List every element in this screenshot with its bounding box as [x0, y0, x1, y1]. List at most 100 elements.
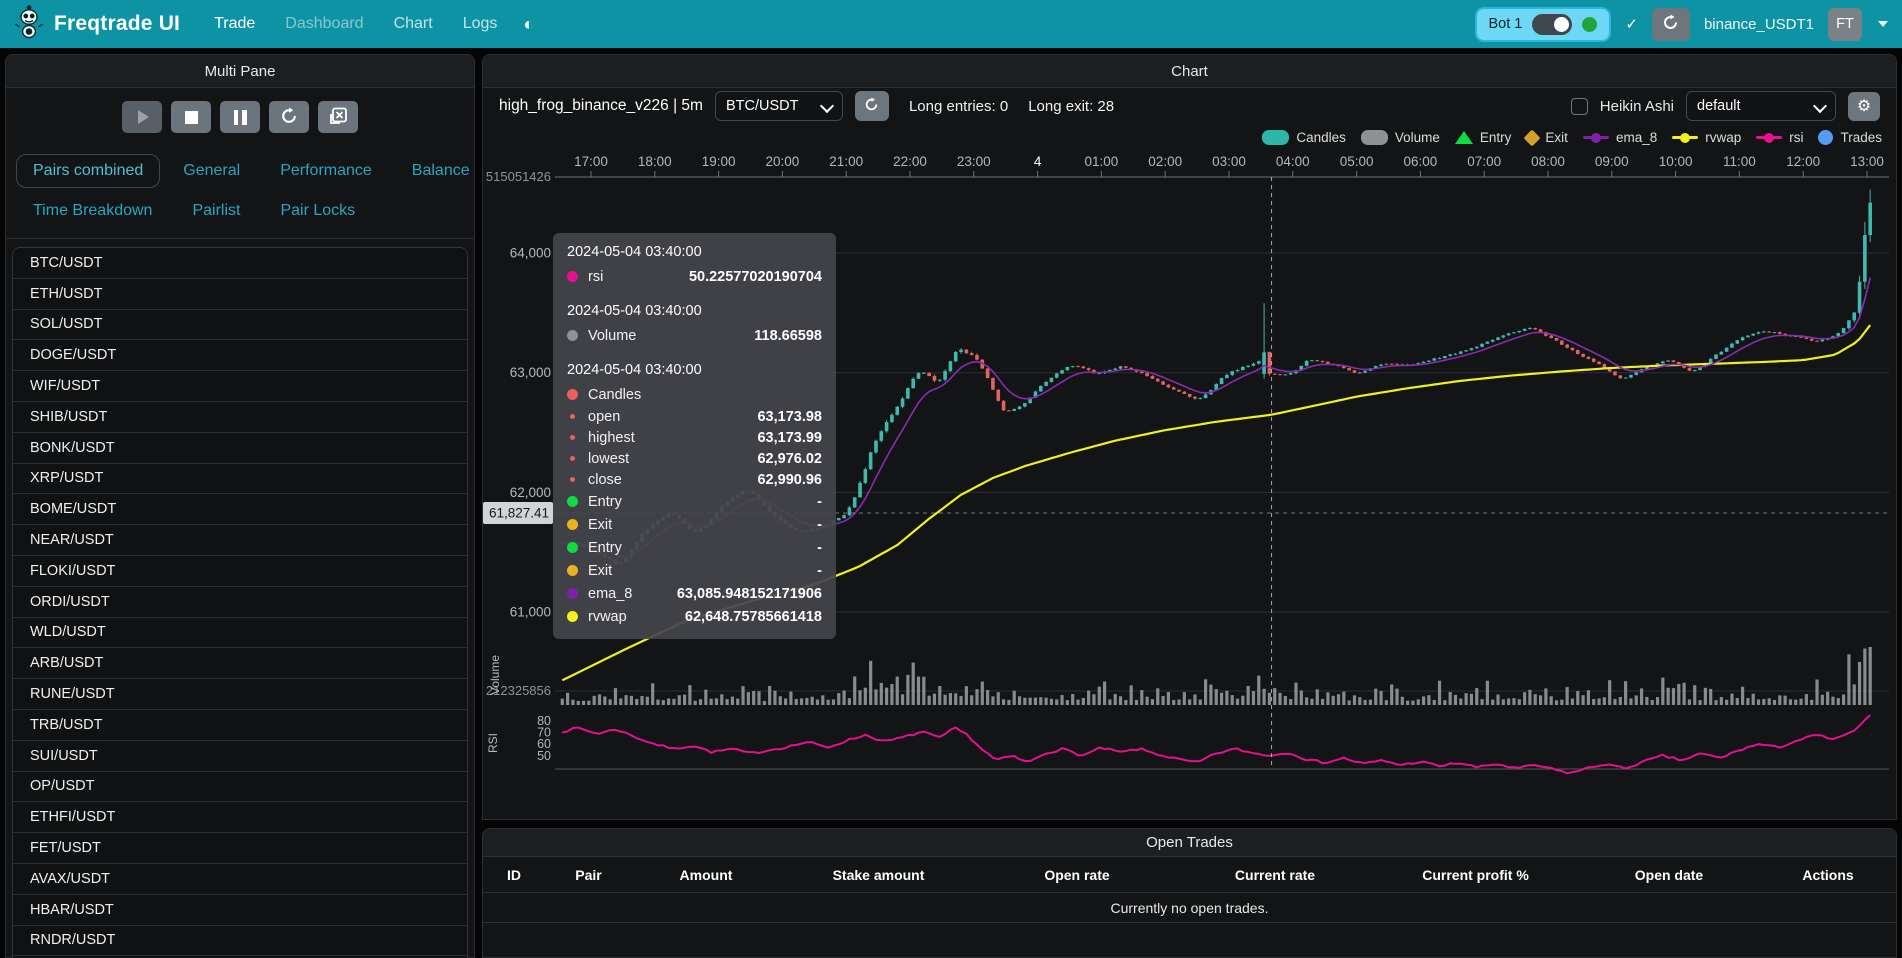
brand[interactable]: Freqtrade UI	[14, 5, 180, 44]
volume-bar	[1177, 699, 1180, 705]
nav-item-logs[interactable]: Logs	[463, 15, 498, 33]
pair-list-item[interactable]: SOL/USDT	[13, 310, 467, 341]
heikin-ashi-checkbox[interactable]	[1571, 98, 1588, 115]
chart-refresh-button[interactable]	[855, 91, 889, 121]
global-refresh-button[interactable]	[1652, 8, 1690, 41]
candle-body	[1842, 328, 1846, 333]
volume-bar	[1821, 695, 1824, 705]
tab-performance[interactable]: Performance	[263, 154, 389, 188]
pair-list-item[interactable]: FET/USDT	[13, 833, 467, 864]
candle-body	[1145, 373, 1149, 376]
volume-bar	[1576, 691, 1579, 705]
candle-body	[1321, 361, 1325, 362]
pair-select[interactable]: BTC/USDT	[715, 91, 843, 121]
pause-button[interactable]	[220, 101, 260, 133]
plot-settings-button[interactable]: ⚙	[1848, 92, 1880, 121]
volume-bar	[906, 675, 909, 705]
bot-selector[interactable]: Bot 1	[1475, 7, 1612, 42]
nav-item-chart[interactable]: Chart	[394, 15, 433, 33]
user-avatar[interactable]: FT	[1828, 8, 1862, 41]
candle-body	[1810, 339, 1814, 341]
pair-list-item[interactable]: FLOKI/USDT	[13, 556, 467, 587]
pair-list-item[interactable]: OP/USDT	[13, 772, 467, 803]
pair-list-item[interactable]: SUI/USDT	[13, 741, 467, 772]
volume-bar	[1465, 693, 1468, 705]
x-axis-label: 13:00	[1850, 154, 1884, 169]
nav-item-trade[interactable]: Trade	[214, 15, 255, 33]
candle-body	[986, 369, 990, 378]
clear-log-button[interactable]	[318, 101, 358, 133]
check-icon[interactable]: ✓	[1625, 15, 1638, 33]
pair-select-value: BTC/USDT	[726, 98, 799, 114]
stop-button[interactable]	[171, 101, 211, 133]
volume-bar	[816, 700, 819, 705]
candle-body	[869, 452, 873, 469]
legend-item-rvwap[interactable]: rvwap	[1672, 130, 1741, 145]
pair-list-item[interactable]: XRP/USDT	[13, 464, 467, 495]
pair-list-item[interactable]: ETH/USDT	[13, 279, 467, 310]
pair-list-item[interactable]: NEAR/USDT	[13, 525, 467, 556]
pair-list-item[interactable]: RNDR/USDT	[13, 926, 467, 957]
pair-list-item[interactable]: WIF/USDT	[13, 371, 467, 402]
candle-body	[1220, 378, 1224, 384]
rsi-axis-label: 50	[537, 749, 551, 763]
pair-list-item[interactable]: ETHFI/USDT	[13, 802, 467, 833]
tab-general[interactable]: General	[166, 154, 257, 188]
pair-list-item[interactable]: BTC/USDT	[13, 248, 467, 279]
volume-bar	[1193, 694, 1196, 705]
volume-bar	[1603, 697, 1606, 705]
candle-body	[1007, 410, 1011, 411]
pair-list-item[interactable]: DOGE/USDT	[13, 340, 467, 371]
bot-toggle[interactable]	[1532, 14, 1572, 35]
volume-bar	[1406, 701, 1409, 705]
legend-label: ema_8	[1616, 130, 1657, 145]
volume-bar	[1656, 697, 1659, 705]
legend-item-candles[interactable]: Candles	[1262, 130, 1346, 145]
legend-item-entry[interactable]: Entry	[1455, 130, 1512, 145]
play-button[interactable]	[122, 101, 162, 133]
pair-list-item[interactable]: BONK/USDT	[13, 433, 467, 464]
volume-bar	[672, 699, 675, 705]
tab-pairs-combined[interactable]: Pairs combined	[16, 154, 160, 188]
pair-list-item[interactable]: TRB/USDT	[13, 710, 467, 741]
volume-bar	[1215, 689, 1218, 705]
volume-bar	[1720, 697, 1723, 705]
pair-list-item[interactable]: AVAX/USDT	[13, 864, 467, 895]
tab-pair-locks[interactable]: Pair Locks	[263, 194, 372, 228]
tab-time-breakdown[interactable]: Time Breakdown	[16, 194, 169, 228]
volume-bar	[1092, 694, 1095, 705]
open-trades-panel: Open Trades IDPairAmountStake amountOpen…	[482, 828, 1897, 958]
legend-item-volume[interactable]: Volume	[1361, 130, 1440, 145]
volume-bar	[1698, 700, 1701, 705]
tab-pairlist[interactable]: Pairlist	[175, 194, 257, 228]
pair-list-item[interactable]: BOME/USDT	[13, 494, 467, 525]
nav-item-dashboard[interactable]: Dashboard	[285, 15, 363, 33]
candle-body	[1597, 362, 1601, 364]
tooltip-series-value: 62,990.96	[757, 472, 822, 488]
price-axis-label: 62,000	[510, 485, 551, 500]
candle-body	[1071, 366, 1075, 367]
legend-item-exit[interactable]: Exit	[1526, 130, 1568, 145]
candle-body	[901, 399, 905, 407]
legend-item-ema_8[interactable]: ema_8	[1583, 130, 1657, 145]
candle-body	[1193, 397, 1197, 399]
pair-list-item[interactable]: ARB/USDT	[13, 648, 467, 679]
top-navbar: Freqtrade UI Trade Dashboard Chart Logs ◐ B…	[0, 0, 1902, 48]
volume-bar	[630, 696, 633, 705]
pair-list-item[interactable]: HBAR/USDT	[13, 895, 467, 926]
pair-list-item[interactable]: WLD/USDT	[13, 618, 467, 649]
volume-bar	[1082, 698, 1085, 705]
tab-balance[interactable]: Balance	[395, 154, 487, 188]
pair-list-item[interactable]: SHIB/USDT	[13, 402, 467, 433]
legend-item-rsi[interactable]: rsi	[1756, 130, 1803, 145]
legend-item-trades[interactable]: Trades	[1818, 130, 1882, 145]
theme-toggle-icon[interactable]: ◐	[523, 14, 534, 35]
plot-config-select[interactable]: default	[1686, 91, 1836, 121]
chevron-down-icon[interactable]	[1878, 21, 1888, 27]
candle-body	[1847, 320, 1851, 328]
reload-config-button[interactable]	[269, 101, 309, 133]
volume-bar	[1156, 688, 1159, 705]
volume-bar	[1597, 698, 1600, 705]
pair-list-item[interactable]: ORDI/USDT	[13, 587, 467, 618]
pair-list-item[interactable]: RUNE/USDT	[13, 679, 467, 710]
